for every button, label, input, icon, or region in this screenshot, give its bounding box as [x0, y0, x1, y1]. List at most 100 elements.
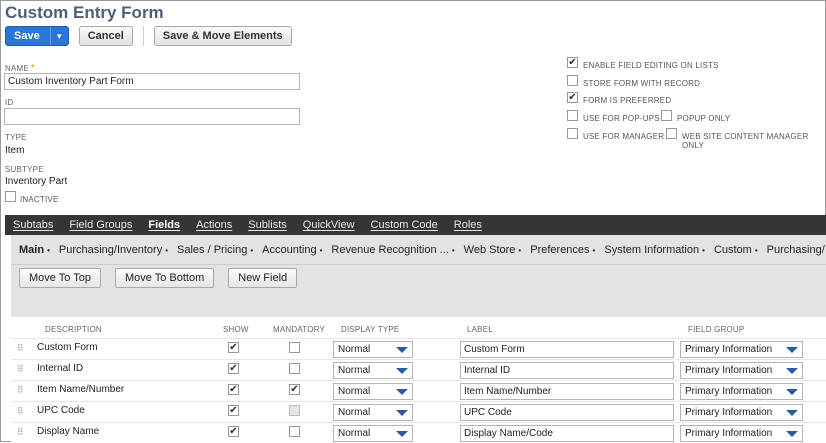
popup-only-checkbox[interactable] — [661, 110, 672, 121]
save-button-label[interactable]: Save — [6, 27, 50, 45]
form-preferred-checkbox[interactable]: ✔ — [567, 92, 578, 103]
name-field[interactable]: Custom Inventory Part Form — [4, 73, 300, 90]
show-checkbox[interactable]: ✔ — [228, 384, 239, 395]
save-button[interactable]: Save ▼ — [5, 26, 69, 46]
subtab-purchasing-inventory[interactable]: Purchasing/Inventory • — [59, 244, 168, 256]
row-description: Internal ID — [37, 363, 84, 374]
col-header-field-group: FIELD GROUP — [688, 325, 745, 334]
label-input[interactable]: Item Name/Number — [460, 383, 674, 400]
chevron-down-icon[interactable]: ▼ — [49, 27, 68, 45]
move-to-bottom-button[interactable]: Move To Bottom — [114, 268, 215, 288]
subtab-revenue-recognition[interactable]: Revenue Recognition ... • — [331, 244, 454, 256]
subtab-purchasing-overflow[interactable]: Purchasing/ — [767, 244, 825, 256]
table-row[interactable]: ⠿ Display Name ✔ Normal Display Name/Cod… — [11, 422, 826, 443]
table-row[interactable]: ⠿ UPC Code ✔ Normal UPC Code Primary Inf… — [11, 401, 826, 422]
subtab-bar: Main • Purchasing/Inventory • Sales / Pric… — [11, 235, 826, 265]
show-checkbox[interactable]: ✔ — [228, 363, 239, 374]
drag-handle-icon[interactable]: ⠿ — [17, 364, 24, 375]
field-group-select[interactable]: Primary Information — [680, 425, 803, 442]
display-type-select[interactable]: Normal — [333, 362, 413, 379]
save-move-elements-button[interactable]: Save & Move Elements — [153, 26, 292, 46]
subtab-preferences[interactable]: Preferences • — [530, 244, 595, 256]
table-row[interactable]: ⠿ Item Name/Number ✔ ✔ Normal Item Name/… — [11, 380, 826, 401]
inactive-checkbox[interactable] — [5, 191, 16, 202]
fields-panel: Main • Purchasing/Inventory • Sales / Pric… — [11, 235, 826, 443]
chevron-down-icon — [786, 389, 798, 395]
drag-handle-icon[interactable]: ⠿ — [17, 343, 24, 354]
id-field[interactable] — [4, 108, 300, 125]
show-checkbox[interactable]: ✔ — [228, 405, 239, 416]
display-type-select[interactable]: Normal — [333, 383, 413, 400]
fields-grid: DESCRIPTION SHOW MANDATORY DISPLAY TYPE … — [11, 317, 826, 443]
subtype-label: SUBTYPE — [5, 165, 44, 174]
display-type-select[interactable]: Normal — [333, 404, 413, 421]
row-description: Item Name/Number — [37, 384, 125, 395]
drag-handle-icon[interactable]: ⠿ — [17, 427, 24, 438]
label-input[interactable]: Internal ID — [460, 362, 674, 379]
mandatory-checkbox[interactable] — [289, 342, 300, 353]
col-header-mandatory: MANDATORY — [273, 325, 326, 334]
page-title: Custom Entry Form — [5, 3, 164, 22]
use-manager-label: USE FOR MANAGER — [583, 132, 665, 141]
field-group-select[interactable]: Primary Information — [680, 341, 803, 358]
type-label: TYPE — [5, 133, 27, 142]
move-to-top-button[interactable]: Move To Top — [19, 268, 101, 288]
type-value: Item — [5, 145, 25, 156]
field-group-select[interactable]: Primary Information — [680, 404, 803, 421]
drag-handle-icon[interactable]: ⠿ — [17, 385, 24, 396]
label-input[interactable]: Display Name/Code — [460, 425, 674, 442]
subtab-main[interactable]: Main • — [19, 244, 50, 256]
subtab-custom[interactable]: Custom • — [714, 244, 758, 256]
tab-roles[interactable]: Roles — [454, 219, 482, 231]
table-row[interactable]: ⠿ Internal ID ✔ Normal Internal ID Prima… — [11, 359, 826, 380]
enable-field-editing-checkbox[interactable]: ✔ — [567, 57, 578, 68]
field-group-select[interactable]: Primary Information — [680, 383, 803, 400]
tab-custom-code[interactable]: Custom Code — [371, 219, 438, 231]
field-group-select[interactable]: Primary Information — [680, 362, 803, 379]
display-type-select[interactable]: Normal — [333, 341, 413, 358]
table-row[interactable]: ⠿ Custom Form ✔ Normal Custom Form Prima… — [11, 338, 826, 359]
chevron-down-icon — [396, 368, 408, 374]
tab-sublists[interactable]: Sublists — [248, 219, 287, 231]
use-popups-label: USE FOR POP-UPS — [583, 114, 660, 123]
tab-fields[interactable]: Fields — [148, 219, 180, 231]
col-header-description: DESCRIPTION — [45, 325, 102, 334]
col-header-show: SHOW — [223, 325, 249, 334]
show-checkbox[interactable]: ✔ — [228, 342, 239, 353]
toolbar-divider — [142, 26, 144, 46]
chevron-down-icon — [396, 431, 408, 437]
mandatory-checkbox[interactable] — [289, 426, 300, 437]
tab-field-groups[interactable]: Field Groups — [69, 219, 132, 231]
use-popups-checkbox[interactable] — [567, 110, 578, 121]
mandatory-checkbox[interactable]: ✔ — [289, 384, 300, 395]
popup-only-label: POPUP ONLY — [677, 114, 731, 123]
row-description: Display Name — [37, 426, 100, 437]
subtab-web-store[interactable]: Web Store • — [464, 244, 522, 256]
subtype-value: Inventory Part — [5, 176, 68, 187]
col-header-display-type: DISPLAY TYPE — [341, 325, 400, 334]
chevron-down-icon — [786, 410, 798, 416]
website-manager-checkbox[interactable] — [666, 128, 677, 139]
label-input[interactable]: Custom Form — [460, 341, 674, 358]
chevron-down-icon — [786, 368, 798, 374]
drag-handle-icon[interactable]: ⠿ — [17, 406, 24, 417]
show-checkbox[interactable]: ✔ — [228, 426, 239, 437]
label-input[interactable]: UPC Code — [460, 404, 674, 421]
subtab-accounting[interactable]: Accounting • — [262, 244, 322, 256]
tab-quickview[interactable]: QuickView — [303, 219, 355, 231]
id-label: ID — [5, 98, 14, 107]
mandatory-checkbox-disabled — [289, 405, 300, 416]
subtab-sales-pricing[interactable]: Sales / Pricing • — [177, 244, 253, 256]
store-form-checkbox[interactable] — [567, 75, 578, 86]
subtab-system-information[interactable]: System Information • — [604, 244, 705, 256]
form-preferred-label: FORM IS PREFERRED — [583, 96, 672, 105]
inactive-label: INACTIVE — [20, 195, 59, 204]
tab-actions[interactable]: Actions — [196, 219, 232, 231]
use-manager-checkbox[interactable] — [567, 128, 578, 139]
tab-subtabs[interactable]: Subtabs — [13, 219, 53, 231]
cancel-button[interactable]: Cancel — [78, 26, 133, 46]
mandatory-checkbox[interactable] — [289, 363, 300, 374]
enable-field-editing-label: ENABLE FIELD EDITING ON LISTS — [583, 61, 719, 70]
display-type-select[interactable]: Normal — [333, 425, 413, 442]
new-field-button[interactable]: New Field — [228, 268, 298, 288]
